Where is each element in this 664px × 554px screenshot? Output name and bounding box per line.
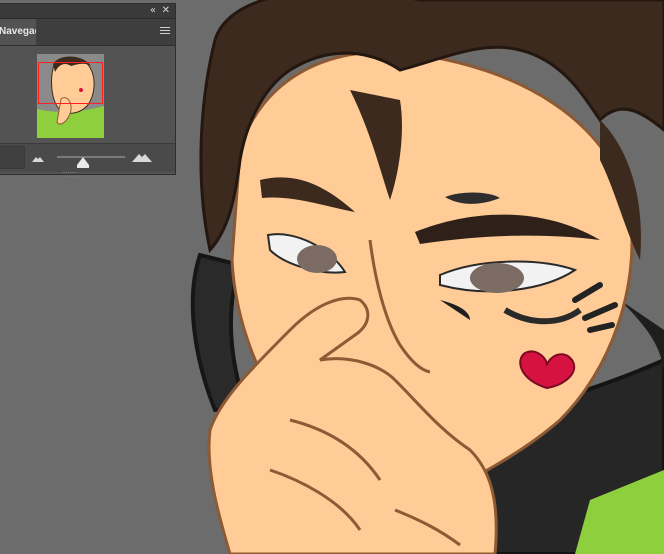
navigator-panel: « ✕ Navegador bbox=[0, 3, 176, 177]
zoom-out-icon[interactable] bbox=[32, 156, 44, 162]
tab-navigator[interactable]: Navegador bbox=[0, 19, 36, 45]
navigator-preview bbox=[0, 46, 175, 142]
panel-title-bar[interactable]: « ✕ bbox=[0, 4, 175, 19]
panel-tab-row: Navegador bbox=[0, 19, 175, 46]
zoom-controls bbox=[0, 143, 175, 172]
zoom-slider-handle[interactable] bbox=[76, 157, 89, 165]
zoom-percentage-field[interactable] bbox=[0, 146, 25, 169]
panel-menu-icon[interactable] bbox=[160, 27, 170, 36]
collapse-panels-icon[interactable]: « bbox=[150, 4, 156, 18]
tab-navigator-label: Navegador bbox=[0, 26, 36, 37]
zoom-in-icon[interactable] bbox=[132, 153, 152, 162]
view-area-indicator[interactable] bbox=[38, 62, 103, 104]
panel-resize-grip[interactable] bbox=[63, 172, 77, 177]
close-icon[interactable]: ✕ bbox=[162, 4, 170, 18]
zoom-slider-track[interactable] bbox=[57, 156, 125, 158]
zoom-slider-handle-base bbox=[76, 165, 89, 168]
